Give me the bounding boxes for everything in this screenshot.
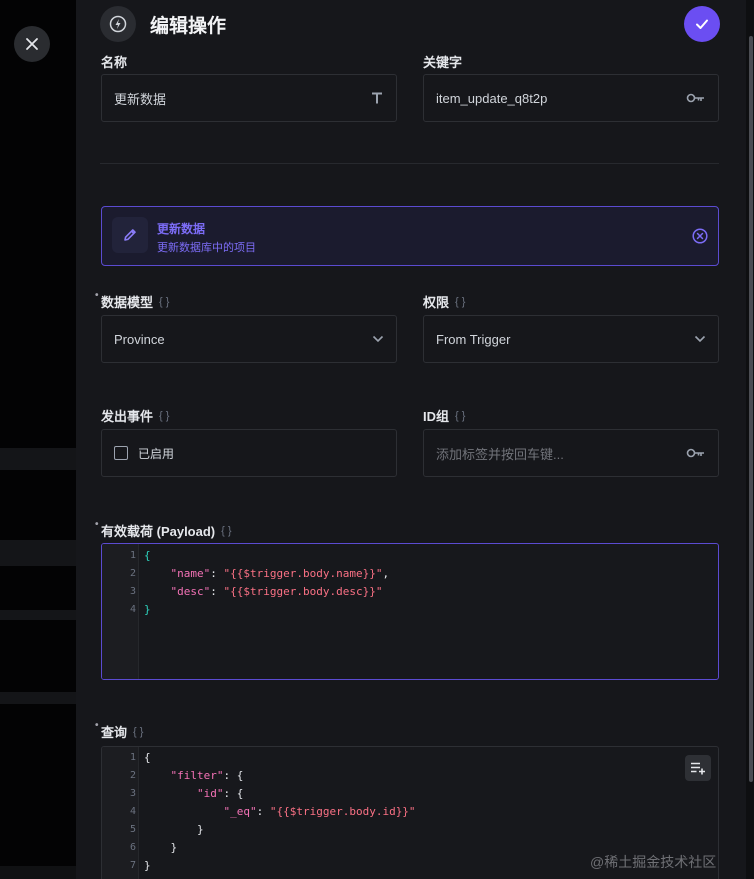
action-title: 更新数据 (157, 222, 206, 236)
code-line[interactable]: 5 } (102, 821, 718, 839)
line-number: 6 (129, 842, 136, 853)
close-icon (26, 38, 38, 50)
pencil-icon (124, 229, 136, 241)
payload-code-editor[interactable]: 1{2 "name": "{{$trigger.body.name}}", 3 "… (101, 543, 719, 680)
query-label: • 查询{ } (95, 720, 144, 740)
backdrop-ghost-line-2 (0, 692, 76, 704)
key-icon (686, 448, 704, 458)
drawer-title: 编辑操作 (150, 16, 227, 37)
line-number: 4 (129, 604, 136, 615)
code-text: "filter": { (170, 769, 244, 782)
line-number: 2 (129, 770, 136, 781)
code-line[interactable]: 2 "name": "{{$trigger.body.name}}", (102, 565, 718, 583)
variable-icon: { } (133, 725, 144, 738)
text-type-icon (372, 92, 382, 104)
code-text: { (144, 751, 151, 764)
code-line[interactable]: 4} (102, 601, 718, 619)
operation-badge (100, 6, 136, 42)
line-number: 3 (129, 788, 136, 799)
variable-icon: { } (455, 409, 466, 422)
check-icon (696, 19, 708, 29)
model-label: • 数据模型{ } (95, 290, 170, 310)
line-number: 1 (129, 550, 136, 561)
code-line[interactable]: 4 "_eq": "{{$trigger.body.id}}" (102, 803, 718, 821)
key-input[interactable]: item_update_q8t2p (423, 74, 719, 122)
line-number: 3 (129, 586, 136, 597)
emit-label: 发出事件{ } (101, 409, 170, 424)
line-number: 5 (129, 824, 136, 835)
backdrop-ghost-row (0, 540, 76, 566)
code-text: } (144, 841, 178, 854)
line-number: 2 (129, 568, 136, 579)
model-value: Province (114, 331, 165, 347)
id-group-placeholder: 添加标签并按回车键... (436, 446, 564, 462)
id-group-input[interactable]: 添加标签并按回车键... (423, 429, 719, 477)
variable-icon: { } (159, 409, 170, 422)
chevron-down-icon (372, 335, 384, 343)
variable-icon: { } (455, 295, 466, 308)
key-label: 关键字 (423, 55, 463, 70)
key-icon (686, 93, 704, 103)
code-text: "_eq": "{{$trigger.body.id}}" (223, 805, 416, 818)
code-text: } (144, 859, 151, 872)
code-text: "name": "{{$trigger.body.name}}", (170, 567, 390, 580)
line-number: 1 (129, 752, 136, 763)
scrollbar-thumb[interactable] (749, 36, 753, 782)
code-text: } (144, 823, 204, 836)
code-text: } (144, 603, 151, 616)
code-line[interactable]: 1{ (102, 547, 718, 565)
backdrop-ghost-footer (0, 866, 76, 879)
close-drawer-button[interactable] (14, 26, 50, 62)
action-subtitle: 更新数据库中的项目 (157, 242, 256, 254)
overlay-backdrop (0, 0, 76, 879)
watermark: @稀土掘金技术社区 (590, 854, 717, 870)
name-input[interactable]: 更新数据 (101, 74, 397, 122)
chevron-down-icon (694, 335, 706, 343)
code-line[interactable]: 3 "id": { (102, 785, 718, 803)
selected-action-card[interactable]: 更新数据 更新数据库中的项目 (101, 206, 719, 266)
emit-toggle[interactable]: 已启用 (101, 429, 397, 477)
bolt-icon (109, 15, 127, 33)
code-text: { (144, 549, 151, 562)
permission-label: 权限{ } (423, 295, 466, 310)
line-number: 7 (129, 860, 136, 871)
payload-label: • 有效载荷 (Payload){ } (95, 519, 232, 539)
code-line[interactable]: 2 "filter": { (102, 767, 718, 785)
name-label: 名称 (101, 55, 128, 70)
code-text: "desc": "{{$trigger.body.desc}}" (170, 585, 383, 598)
action-icon-badge (112, 217, 148, 253)
permission-select[interactable]: From Trigger (423, 315, 719, 363)
variable-icon: { } (159, 295, 170, 308)
edit-operation-drawer: 编辑操作 名称 更新数据 关键字 item_update_q8t2p 更新数据 … (76, 0, 746, 879)
backdrop-ghost-bar (0, 448, 76, 470)
variable-icon: { } (221, 524, 232, 537)
section-divider (100, 163, 719, 164)
code-line[interactable]: 3 "desc": "{{$trigger.body.desc}}" (102, 583, 718, 601)
line-number: 4 (129, 806, 136, 817)
remove-action-button[interactable] (690, 226, 710, 246)
code-line[interactable]: 1{ (102, 749, 718, 767)
model-select[interactable]: Province (101, 315, 397, 363)
close-circle-icon (692, 228, 708, 244)
emit-checkbox[interactable] (114, 446, 128, 460)
name-value: 更新数据 (114, 91, 167, 107)
permission-value: From Trigger (436, 331, 511, 347)
code-text: "id": { (196, 787, 244, 800)
emit-checkbox-label: 已启用 (138, 446, 175, 461)
key-value: item_update_q8t2p (436, 90, 548, 106)
backdrop-ghost-line (0, 610, 76, 620)
id-group-label: ID组{ } (423, 409, 466, 424)
save-button[interactable] (684, 6, 720, 42)
